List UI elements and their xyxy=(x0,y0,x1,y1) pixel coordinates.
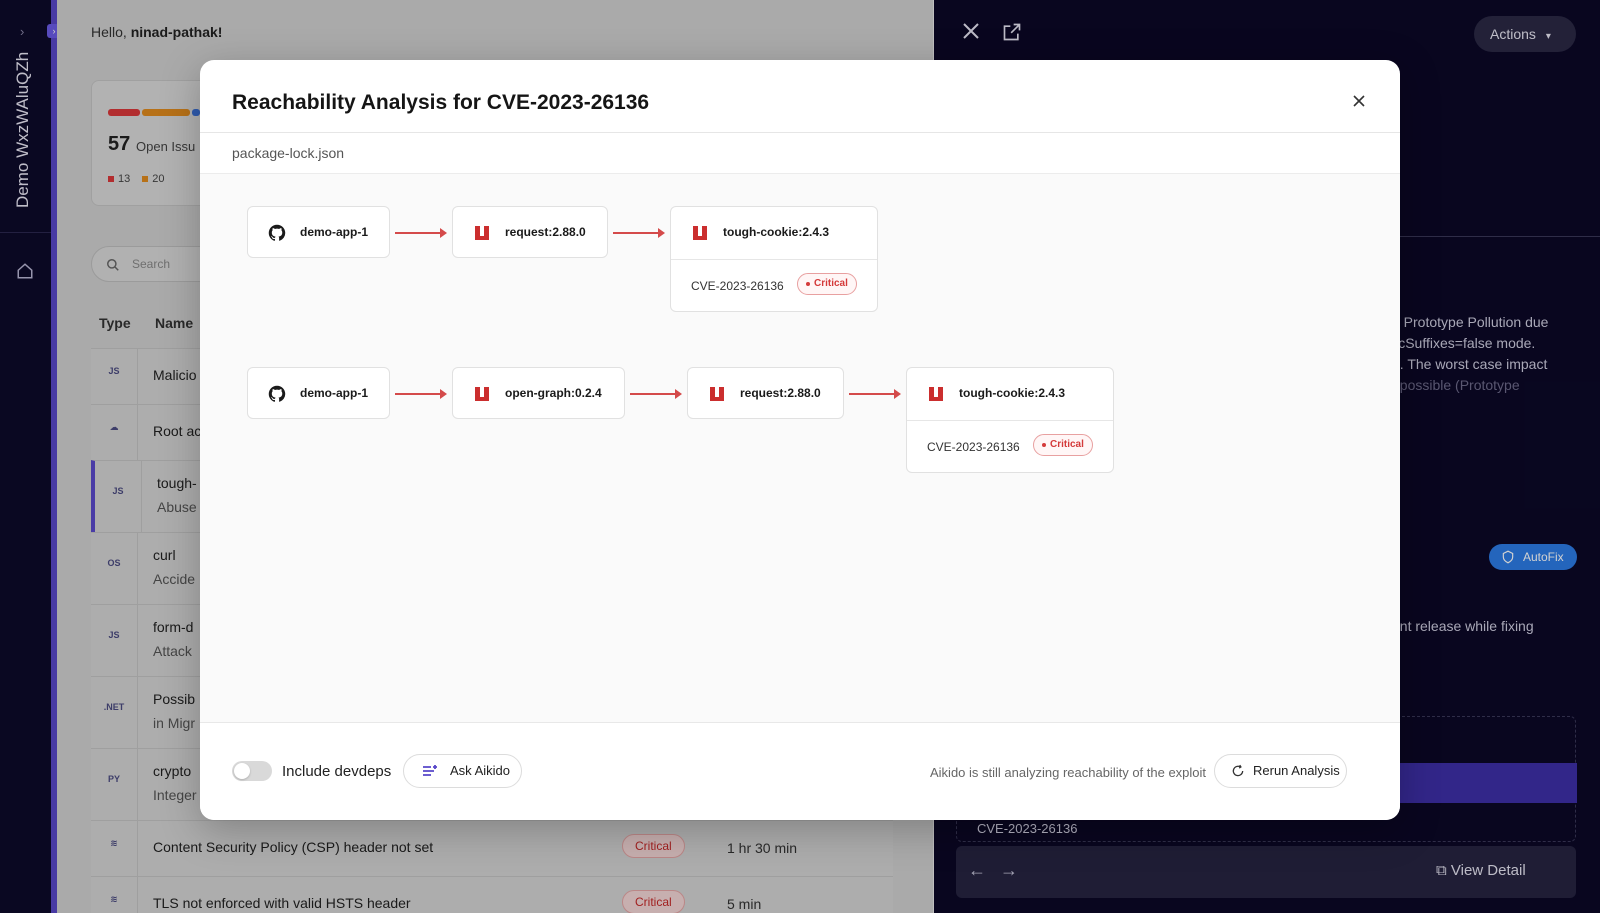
dependency-arrow xyxy=(613,228,665,238)
modal-footer: Include devdeps Ask Aikido Aikido is sti… xyxy=(200,722,1400,820)
npm-icon xyxy=(475,226,489,240)
graph-node-package[interactable]: request:2.88.0 xyxy=(452,206,608,258)
critical-badge: Critical xyxy=(1033,434,1093,456)
graph-node-package[interactable]: open-graph:0.2.4 xyxy=(452,367,625,419)
ask-aikido-button[interactable]: Ask Aikido xyxy=(403,754,522,788)
graph-node-repo[interactable]: demo-app-1 xyxy=(247,206,390,258)
modal-subtitle: package-lock.json xyxy=(200,133,1400,174)
npm-icon xyxy=(693,226,707,240)
dependency-arrow xyxy=(849,389,901,399)
dependency-arrow xyxy=(395,389,447,399)
github-icon xyxy=(268,224,286,241)
npm-icon xyxy=(929,387,943,401)
include-devdeps-label: Include devdeps xyxy=(282,763,392,780)
npm-icon xyxy=(475,387,489,401)
npm-icon xyxy=(710,387,724,401)
graph-node-vulnerable-package[interactable]: tough-cookie:2.4.3 CVE-2023-26136 Critic… xyxy=(670,206,878,312)
include-devdeps-toggle[interactable] xyxy=(232,761,272,781)
critical-badge: Critical xyxy=(797,273,857,295)
dependency-arrow xyxy=(630,389,682,399)
github-icon xyxy=(268,385,286,402)
modal-title: Reachability Analysis for CVE-2023-26136 xyxy=(232,91,650,114)
graph-node-package[interactable]: request:2.88.0 xyxy=(687,367,844,419)
cve-id: CVE-2023-26136 xyxy=(691,279,784,293)
dependency-arrow xyxy=(395,228,447,238)
close-icon[interactable] xyxy=(1352,94,1366,108)
refresh-icon xyxy=(1232,764,1244,777)
graph-node-repo[interactable]: demo-app-1 xyxy=(247,367,390,419)
dependency-graph: demo-app-1 request:2.88.0 tough-cookie:2… xyxy=(200,174,1400,722)
modal-header: Reachability Analysis for CVE-2023-26136 xyxy=(200,60,1400,133)
rerun-analysis-button[interactable]: Rerun Analysis xyxy=(1214,754,1347,788)
cve-id: CVE-2023-26136 xyxy=(927,440,1020,454)
analysis-status: Aikido is still analyzing reachability o… xyxy=(930,765,1207,780)
reachability-modal: Reachability Analysis for CVE-2023-26136… xyxy=(200,60,1400,820)
sparkle-icon xyxy=(423,765,437,776)
graph-node-vulnerable-package[interactable]: tough-cookie:2.4.3 CVE-2023-26136 Critic… xyxy=(906,367,1114,473)
